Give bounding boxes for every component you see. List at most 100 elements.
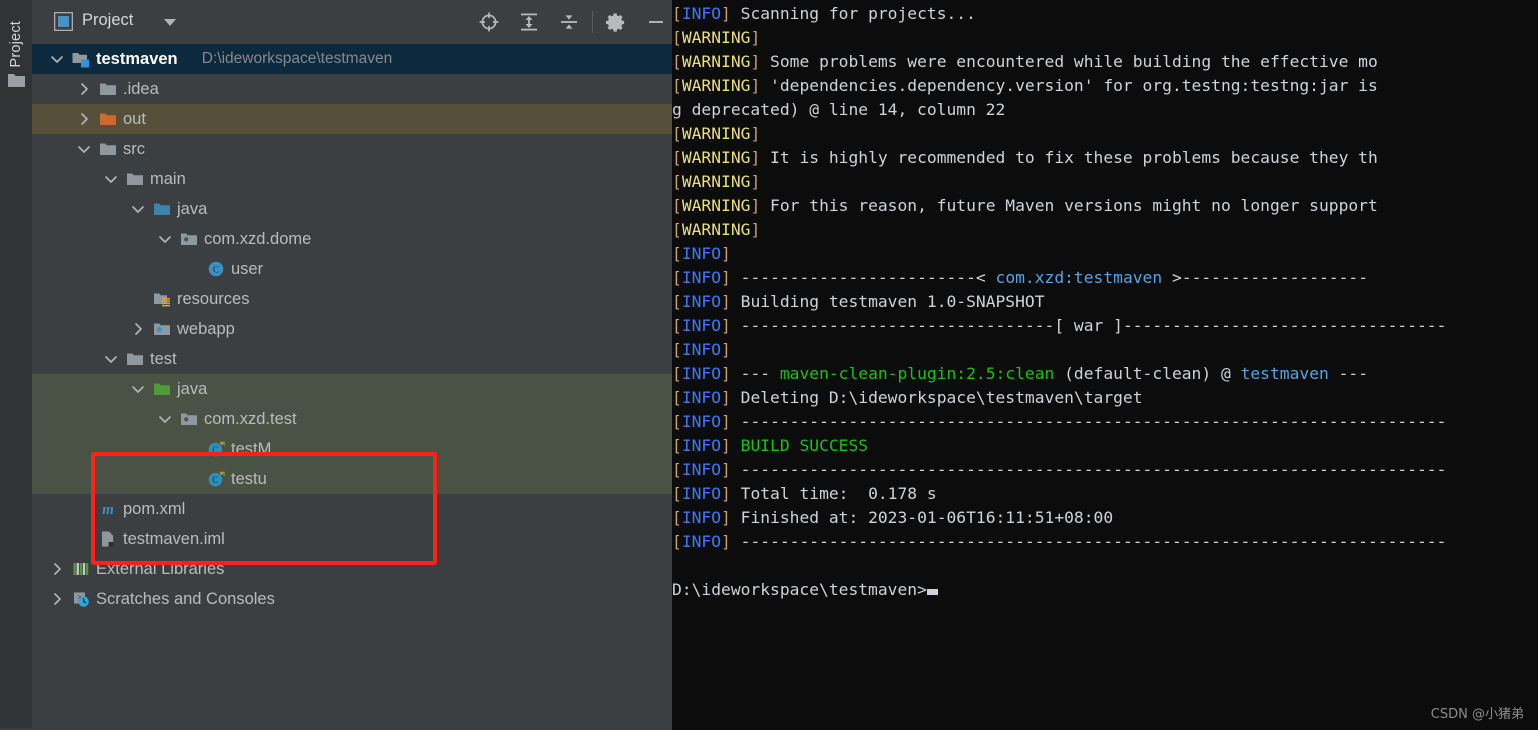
tree-row-testmaven[interactable]: testmaven D:\ideworkspace\testmaven bbox=[32, 44, 672, 74]
tree-row-label: user bbox=[231, 259, 264, 278]
console-line: [INFO] ---------------------------------… bbox=[672, 460, 1447, 479]
tree-row-label: webapp bbox=[177, 319, 235, 338]
console-line: [WARNING] bbox=[672, 220, 761, 239]
console-line: [INFO] ------------------------< com.xzd… bbox=[672, 268, 1369, 287]
folder-icon bbox=[99, 80, 117, 98]
project-tree[interactable]: testmaven D:\ideworkspace\testmaven .idea o… bbox=[32, 44, 673, 728]
collapse-all-icon[interactable] bbox=[549, 0, 589, 44]
tree-row-label: testu bbox=[231, 469, 267, 488]
tree-row-label: testmaven bbox=[96, 49, 178, 68]
scratches-icon: > bbox=[72, 590, 90, 608]
folder-webapp-icon bbox=[153, 320, 171, 338]
folder-icon bbox=[99, 140, 117, 158]
tree-row-idea[interactable]: .idea bbox=[32, 74, 672, 104]
watermark: CSDN @小猪弟 bbox=[1430, 707, 1524, 722]
chevron-right-icon[interactable] bbox=[77, 82, 91, 96]
tree-row-testmaven-iml[interactable]: testmaven.iml bbox=[32, 524, 672, 554]
chevron-down-icon[interactable] bbox=[50, 52, 64, 66]
svg-text:C: C bbox=[212, 475, 218, 485]
folder-excluded-icon bbox=[99, 110, 117, 128]
folder-test-sources-icon bbox=[153, 380, 171, 398]
project-panel-toolbar bbox=[469, 0, 676, 44]
chevron-down-icon[interactable] bbox=[158, 412, 172, 426]
folder-sources-icon bbox=[153, 200, 171, 218]
maven-pom-icon: m bbox=[99, 500, 117, 518]
tree-row-label: com.xzd.dome bbox=[204, 229, 312, 248]
project-tool-window: Project testmaven D:\ideworkspace\testma… bbox=[32, 0, 673, 728]
tree-row-label: src bbox=[123, 139, 145, 158]
chevron-down-icon[interactable] bbox=[131, 202, 145, 216]
package-icon bbox=[180, 230, 198, 248]
tree-row-label: External Libraries bbox=[96, 559, 225, 578]
project-panel-header: Project bbox=[32, 0, 672, 44]
select-opened-file-icon[interactable] bbox=[469, 0, 509, 44]
console-line: [INFO] Building testmaven 1.0-SNAPSHOT bbox=[672, 292, 1045, 311]
java-class-icon: C bbox=[207, 260, 225, 278]
chevron-right-icon[interactable] bbox=[131, 322, 145, 336]
settings-gear-icon[interactable] bbox=[596, 0, 636, 44]
tree-row-label: com.xzd.test bbox=[204, 409, 297, 428]
tree-row-package-comxzdtest[interactable]: com.xzd.test bbox=[32, 404, 672, 434]
console-line: g deprecated) @ line 14, column 22 bbox=[672, 100, 1006, 119]
tree-row-package-comxzddome[interactable]: com.xzd.dome bbox=[32, 224, 672, 254]
tree-row-label: pom.xml bbox=[123, 499, 186, 518]
tree-row-test[interactable]: test bbox=[32, 344, 672, 374]
tree-row-test-java[interactable]: java bbox=[32, 374, 672, 404]
project-view-icon bbox=[53, 11, 74, 32]
tree-row-class-testu[interactable]: Ctestu bbox=[32, 464, 672, 494]
java-test-class-icon: C bbox=[207, 470, 225, 488]
chevron-right-icon[interactable] bbox=[77, 112, 91, 126]
hide-icon[interactable] bbox=[636, 0, 676, 44]
svg-text:C: C bbox=[213, 266, 219, 276]
console-line: [INFO] bbox=[672, 244, 731, 263]
svg-text:C: C bbox=[212, 445, 218, 455]
tree-row-external-libraries[interactable]: External Libraries bbox=[32, 554, 672, 584]
tree-row-resources[interactable]: resources bbox=[32, 284, 672, 314]
console-line: [WARNING] bbox=[672, 28, 761, 47]
tree-row-scratches-and-consoles[interactable]: > Scratches and Consoles bbox=[32, 584, 672, 614]
svg-text:m: m bbox=[102, 502, 114, 518]
tree-row-label: java bbox=[177, 379, 208, 398]
chevron-down-icon[interactable] bbox=[164, 19, 176, 26]
folder-resources-icon bbox=[153, 290, 171, 308]
chevron-right-icon[interactable] bbox=[50, 562, 64, 576]
chevron-down-icon[interactable] bbox=[131, 382, 145, 396]
expand-all-icon[interactable] bbox=[509, 0, 549, 44]
folder-icon bbox=[126, 170, 144, 188]
tree-row-label: test bbox=[150, 349, 177, 368]
tree-row-pom-xml[interactable]: m pom.xml bbox=[32, 494, 672, 524]
tree-row-label: Scratches and Consoles bbox=[96, 589, 275, 608]
console-line: [WARNING] For this reason, future Maven … bbox=[672, 196, 1378, 215]
tree-row-src[interactable]: src bbox=[32, 134, 672, 164]
console-line: [WARNING] bbox=[672, 172, 761, 191]
chevron-down-icon[interactable] bbox=[77, 142, 91, 156]
tree-row-label: .idea bbox=[123, 79, 159, 98]
tree-row-label: main bbox=[150, 169, 186, 188]
console-line: [INFO] Deleting D:\ideworkspace\testmave… bbox=[672, 388, 1143, 407]
console-line: [INFO] --- maven-clean-plugin:2.5:clean … bbox=[672, 364, 1369, 383]
module-icon bbox=[72, 50, 90, 68]
tree-row-main[interactable]: main bbox=[32, 164, 672, 194]
chevron-down-icon[interactable] bbox=[104, 352, 118, 366]
console-line: [INFO] Total time: 0.178 s bbox=[672, 484, 937, 503]
tree-row-class-testm[interactable]: CtestM bbox=[32, 434, 672, 464]
terminal-cursor bbox=[926, 589, 938, 595]
folder-icon[interactable] bbox=[8, 72, 25, 87]
project-panel-title: Project bbox=[82, 11, 134, 29]
ide-window: Project Project testmaven D:\ideworkspac… bbox=[0, 0, 1538, 730]
tree-row-out[interactable]: out bbox=[32, 104, 672, 134]
console-line: [WARNING] bbox=[672, 124, 761, 143]
chevron-right-icon[interactable] bbox=[50, 592, 64, 606]
java-test-class-icon: C bbox=[207, 440, 225, 458]
chevron-down-icon[interactable] bbox=[104, 172, 118, 186]
tree-row-main-java[interactable]: java bbox=[32, 194, 672, 224]
console-line: [WARNING] 'dependencies.dependency.versi… bbox=[672, 76, 1378, 95]
console-line: [INFO] bbox=[672, 340, 731, 359]
console-line: [WARNING] It is highly recommended to fi… bbox=[672, 148, 1378, 167]
tree-row-webapp[interactable]: webapp bbox=[32, 314, 672, 344]
run-console[interactable]: [INFO] Scanning for projects... [WARNING]… bbox=[672, 0, 1538, 730]
tree-row-class-user[interactable]: Cuser bbox=[32, 254, 672, 284]
package-icon bbox=[180, 410, 198, 428]
left-tool-strip: Project bbox=[0, 0, 32, 728]
chevron-down-icon[interactable] bbox=[158, 232, 172, 246]
